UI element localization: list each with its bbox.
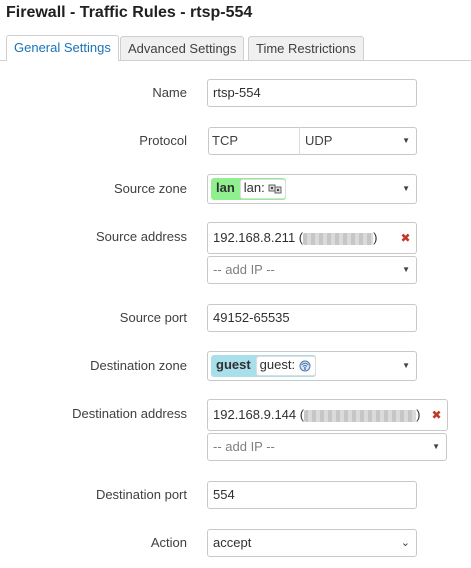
close-icon: ✖ bbox=[400, 231, 411, 245]
source-port-label: Source port bbox=[119, 310, 187, 325]
chevron-down-icon: ▼ bbox=[402, 361, 410, 370]
tab-advanced-settings[interactable]: Advanced Settings bbox=[120, 36, 245, 60]
action-label: Action bbox=[150, 535, 187, 550]
source-zone-badge: lan lan: bbox=[211, 178, 286, 200]
redacted-hostname bbox=[304, 409, 417, 422]
tab-time-restrictions[interactable]: Time Restrictions bbox=[248, 36, 364, 60]
protocol-tcp-option[interactable]: TCP bbox=[208, 127, 300, 155]
destination-zone-badge: guest guest: bbox=[211, 355, 317, 377]
destination-address-label: Destination address bbox=[72, 406, 187, 421]
source-zone-name: lan bbox=[216, 180, 235, 195]
protocol-label: Protocol bbox=[139, 133, 187, 148]
close-icon: ✖ bbox=[431, 408, 442, 422]
destination-zone-name: guest bbox=[216, 357, 251, 372]
wireless-icon bbox=[299, 360, 311, 372]
protocol-select[interactable]: UDP ▼ bbox=[300, 127, 417, 155]
source-add-ip-select[interactable]: -- add IP -- ▼ bbox=[207, 256, 417, 284]
destination-zone-iface: guest: bbox=[255, 356, 317, 376]
source-zone-label: Source zone bbox=[114, 181, 187, 196]
source-address-label: Source address bbox=[95, 229, 187, 244]
destination-zone-label: Destination zone bbox=[90, 358, 187, 373]
tab-general-settings[interactable]: General Settings bbox=[6, 35, 119, 61]
remove-destination-address-button[interactable]: ✖ bbox=[426, 399, 448, 431]
chevron-down-icon: ▼ bbox=[402, 265, 410, 274]
source-zone-iface: lan: bbox=[239, 179, 286, 199]
source-port-input[interactable]: 49152-65535 bbox=[207, 304, 417, 332]
name-label: Name bbox=[152, 85, 187, 100]
page-title: Firewall - Traffic Rules - rtsp-554 bbox=[6, 4, 253, 21]
source-address-value: 192.168.8.211 () bbox=[207, 222, 396, 254]
chevron-down-icon: ▼ bbox=[432, 442, 440, 451]
chevron-down-icon: ▼ bbox=[402, 184, 410, 193]
chevron-down-icon: ⌄ bbox=[400, 537, 410, 549]
destination-port-input[interactable]: 554 bbox=[207, 481, 417, 509]
redacted-hostname bbox=[303, 232, 374, 245]
destination-address-value: 192.168.9.144 () bbox=[207, 399, 427, 431]
destination-port-label: Destination port bbox=[95, 487, 187, 502]
network-interfaces-icon bbox=[268, 184, 282, 194]
protocol-udp-option: UDP bbox=[305, 133, 333, 148]
name-input[interactable]: rtsp-554 bbox=[207, 79, 417, 107]
remove-source-address-button[interactable]: ✖ bbox=[395, 222, 417, 254]
chevron-down-icon: ▼ bbox=[402, 136, 410, 145]
destination-add-ip-select[interactable]: -- add IP -- ▼ bbox=[207, 433, 447, 461]
action-select[interactable]: accept ⌄ bbox=[207, 529, 417, 557]
